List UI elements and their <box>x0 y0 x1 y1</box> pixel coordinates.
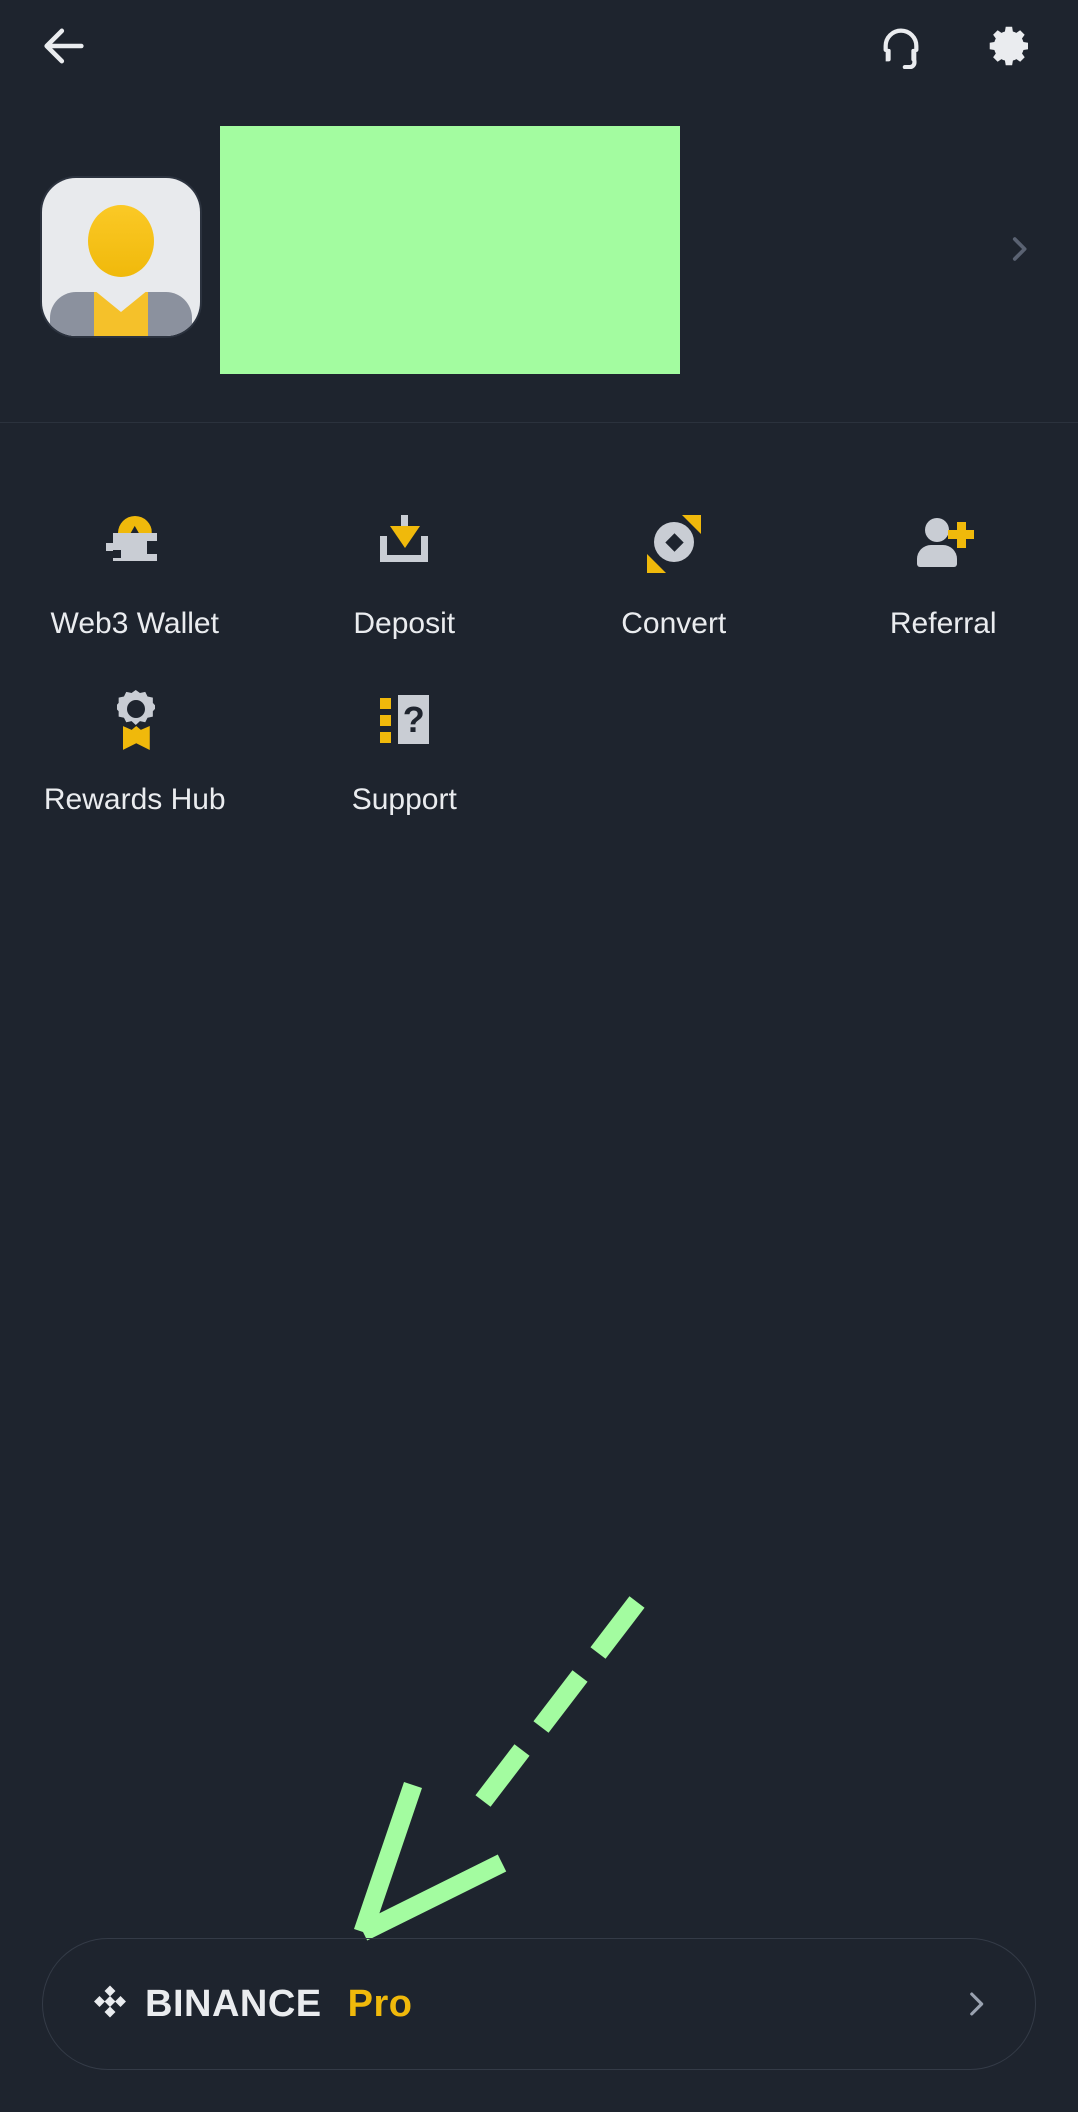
shortcut-rewards-hub[interactable]: Rewards Hub <box>0 646 270 822</box>
shortcut-support[interactable]: ? Support <box>270 646 540 822</box>
brand-label: BINANCE <box>145 1982 322 2025</box>
annotation-arrow-icon <box>354 1596 645 1941</box>
binance-diamond-logo <box>89 1983 131 2025</box>
section-divider <box>0 422 1078 423</box>
shortcut-label: Rewards Hub <box>43 783 226 816</box>
rewards-badge-icon <box>103 688 167 752</box>
gear-icon[interactable] <box>986 22 1034 70</box>
web3-wallet-icon <box>103 512 167 576</box>
binance-pro-bar[interactable]: BINANCE Pro <box>42 1938 1036 2070</box>
support-question-icon: ? <box>372 688 436 752</box>
redacted-username-block <box>220 126 680 374</box>
profile-chevron-right-icon[interactable] <box>1002 232 1036 266</box>
convert-icon <box>642 512 706 576</box>
headset-icon[interactable] <box>878 23 924 70</box>
deposit-icon <box>372 512 436 576</box>
shortcut-label: Support <box>351 783 457 816</box>
shortcut-label: Referral <box>889 607 997 640</box>
app-screen: Web3 Wallet Deposit Convert Referral Rew… <box>0 0 1078 2112</box>
shortcut-referral[interactable]: Referral <box>809 470 1078 646</box>
user-avatar-icon[interactable] <box>42 178 200 336</box>
shortcut-grid: Web3 Wallet Deposit Convert Referral Rew… <box>0 470 1078 822</box>
header-actions <box>878 22 1034 70</box>
shortcut-convert[interactable]: Convert <box>539 470 809 646</box>
shortcut-label: Deposit <box>353 607 456 640</box>
shortcut-label: Convert <box>621 607 727 640</box>
shortcut-web3-wallet[interactable]: Web3 Wallet <box>0 470 270 646</box>
top-header <box>0 0 1078 92</box>
avatar-collar-notch <box>94 290 148 312</box>
pro-bar-chevron-right-icon[interactable] <box>959 1987 993 2021</box>
arrow-left-icon[interactable] <box>38 20 90 72</box>
avatar-head <box>88 204 154 277</box>
referral-add-user-icon <box>911 512 975 576</box>
pro-bar-brand-group: BINANCE Pro <box>89 1983 412 2026</box>
shortcut-label: Web3 Wallet <box>50 607 219 640</box>
shortcut-deposit[interactable]: Deposit <box>270 470 540 646</box>
pro-label: Pro <box>347 1982 413 2025</box>
